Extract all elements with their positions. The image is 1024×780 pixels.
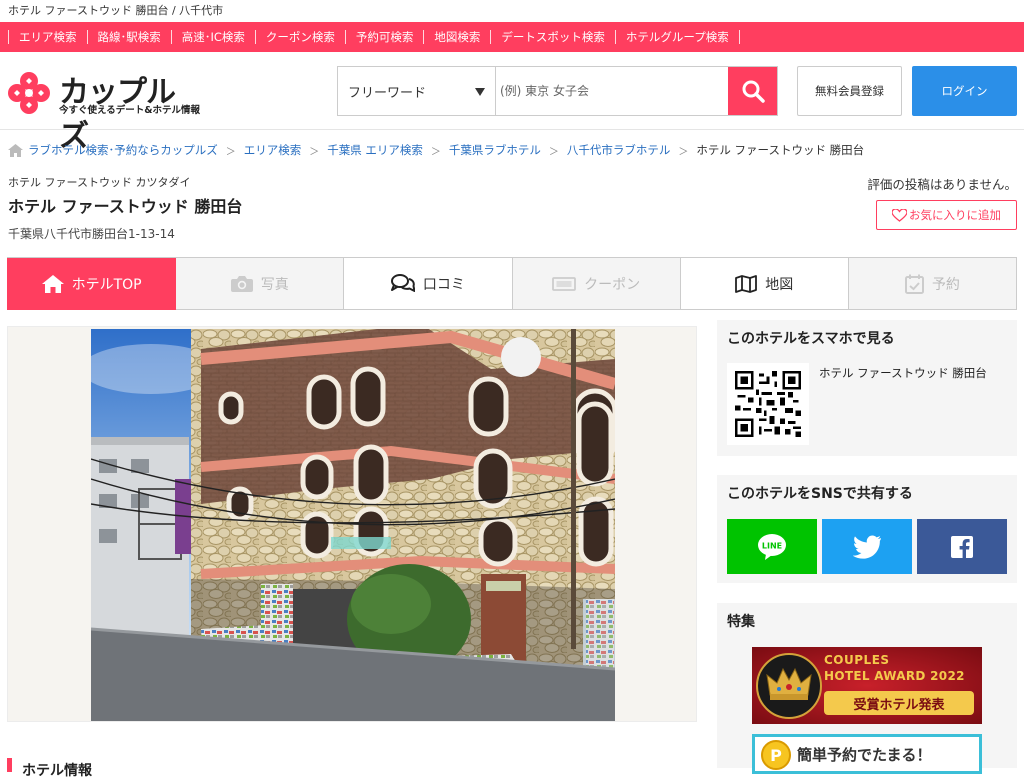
- global-nav: エリア検索 路線･駅検索 高速･IC検索 クーポン検索 予約可検索 地図検索 デ…: [0, 22, 1024, 52]
- breadcrumb-link-top[interactable]: ラブホテル検索･予約ならカップルズ: [28, 142, 218, 158]
- tab-reserve: 予約: [848, 258, 1018, 310]
- hotel-address: 千葉県八千代市勝田台1-13-14: [8, 227, 175, 241]
- twitter-share-button[interactable]: [822, 519, 912, 574]
- nav-item-hotelgroup[interactable]: ホテルグループ検索: [614, 30, 740, 44]
- tab-hotel-top[interactable]: ホテルTOP: [7, 258, 177, 310]
- qr-panel: このホテルをスマホで見る ホテル ファーストウッド 勝田台: [717, 320, 1017, 456]
- qr-panel-title: このホテルをスマホで見る: [727, 331, 895, 347]
- search-bar: フリーワード: [337, 66, 778, 116]
- section-title-accent: [7, 758, 12, 772]
- easy-reserve-text: 簡単予約でたまる！: [797, 746, 932, 764]
- nav-item-coupon[interactable]: クーポン検索: [254, 30, 345, 44]
- review-status: 評価の投稿はありません。: [867, 177, 1017, 192]
- hotel-info-heading: ホテル情報: [22, 763, 92, 779]
- site-logo[interactable]: カップルズ 今すぐ使えるデート&ホテル情報: [7, 67, 200, 154]
- comments-icon: [390, 274, 415, 292]
- nav-item-area[interactable]: エリア検索: [8, 30, 87, 44]
- facebook-icon: [951, 535, 973, 558]
- logo-tagline: 今すぐ使えるデート&ホテル情報: [59, 105, 201, 116]
- point-coin-icon: P: [761, 740, 791, 770]
- chevron-right-icon: ＞: [678, 146, 689, 158]
- svg-text:P: P: [770, 746, 782, 765]
- tab-label: 口コミ: [422, 276, 465, 293]
- register-button[interactable]: 無料会員登録: [797, 66, 902, 116]
- nav-item-reservable[interactable]: 予約可検索: [344, 30, 424, 44]
- sns-panel-title: このホテルをSNSで共有する: [727, 486, 913, 502]
- qr-hotel-name: ホテル ファーストウッド 勝田台: [819, 366, 987, 380]
- tab-reviews[interactable]: 口コミ: [344, 258, 513, 310]
- hotel-photo-frame: [7, 326, 697, 722]
- chevron-right-icon: ＞: [548, 146, 559, 158]
- facebook-share-button[interactable]: [917, 519, 1007, 574]
- feature-panel-title: 特集: [727, 614, 755, 630]
- calendar-check-icon: [904, 274, 924, 294]
- breadcrumb-link-yachiyo[interactable]: 八千代市ラブホテル: [567, 142, 671, 158]
- twitter-bird-icon: [853, 535, 881, 559]
- tab-label: クーポン: [584, 276, 641, 293]
- chevron-down-icon: [475, 88, 485, 96]
- hotel-name-kana: ホテル ファーストウッド カツタダイ: [8, 176, 191, 189]
- nav-item-route[interactable]: 路線･駅検索: [86, 30, 171, 44]
- nav-item-datespot[interactable]: デートスポット検索: [490, 30, 615, 44]
- breadcrumb-link-chiba-area[interactable]: 千葉県 エリア検索: [327, 142, 423, 158]
- hotel-tabs: ホテルTOP 写真 口コミ クーポン 地図 予約: [7, 257, 1018, 310]
- map-icon: [735, 274, 758, 293]
- add-favorite-label: お気に入りに追加: [909, 208, 1001, 222]
- breadcrumb-current: ホテル ファーストウッド 勝田台: [696, 143, 865, 157]
- tab-coupons: クーポン: [512, 258, 681, 310]
- award-banner-line2: HOTEL AWARD 2022: [824, 669, 965, 683]
- breadcrumb: ラブホテル検索･予約ならカップルズ ＞ エリア検索 ＞ 千葉県 エリア検索 ＞ …: [8, 142, 864, 158]
- breadcrumb-link-chiba-hotels[interactable]: 千葉県ラブホテル: [449, 142, 541, 158]
- ticket-icon: [552, 276, 576, 291]
- chevron-right-icon: ＞: [225, 146, 236, 158]
- nav-item-map[interactable]: 地図検索: [423, 30, 490, 44]
- home-icon: [8, 143, 23, 157]
- qr-code-icon: [727, 363, 809, 445]
- breadcrumb-link-area[interactable]: エリア検索: [244, 142, 302, 158]
- sns-share-panel: このホテルをSNSで共有する LINE: [717, 475, 1017, 583]
- hotel-award-banner[interactable]: COUPLES HOTEL AWARD 2022 受賞ホテル発表: [752, 647, 982, 724]
- search-button[interactable]: [728, 67, 777, 115]
- home-icon: [41, 274, 64, 293]
- line-icon: LINE: [758, 533, 786, 560]
- tab-label: ホテルTOP: [71, 276, 142, 293]
- line-share-button[interactable]: LINE: [727, 519, 817, 574]
- page-title: ホテル ファーストウッド 勝田台: [8, 197, 243, 216]
- camera-icon: [230, 276, 253, 292]
- tab-label: 地図: [765, 276, 794, 293]
- tab-photos: 写真: [176, 258, 345, 310]
- search-input[interactable]: [496, 67, 728, 115]
- tab-label: 写真: [260, 276, 289, 293]
- hotel-exterior-photo[interactable]: [91, 329, 615, 721]
- search-type-select[interactable]: フリーワード: [338, 67, 496, 115]
- award-banner-line3: 受賞ホテル発表: [853, 698, 945, 713]
- chevron-right-icon: ＞: [309, 146, 320, 158]
- add-favorite-button[interactable]: お気に入りに追加: [876, 200, 1017, 230]
- clover-heart-logo-icon: [8, 72, 50, 114]
- feature-panel: 特集 COUPLES HOTEL AWARD 2022 受賞ホテル発表 P 簡単…: [717, 603, 1017, 774]
- award-banner-line1: COUPLES: [824, 653, 890, 667]
- tab-map[interactable]: 地図: [680, 258, 849, 310]
- nav-item-highway[interactable]: 高速･IC検索: [170, 30, 255, 44]
- search-icon: [742, 80, 765, 103]
- search-type-label: フリーワード: [348, 85, 427, 101]
- easy-reserve-banner[interactable]: P 簡単予約でたまる！: [752, 734, 982, 774]
- tab-label: 予約: [931, 276, 960, 293]
- window-title: ホテル ファーストウッド 勝田台 / 八千代市: [0, 0, 1024, 22]
- heart-icon: [892, 208, 907, 222]
- line-icon-text: LINE: [762, 541, 782, 550]
- site-header: カップルズ 今すぐ使えるデート&ホテル情報 フリーワード 無料会員登録 ログイン: [0, 52, 1024, 154]
- chevron-right-icon: ＞: [430, 146, 441, 158]
- login-button[interactable]: ログイン: [912, 66, 1017, 116]
